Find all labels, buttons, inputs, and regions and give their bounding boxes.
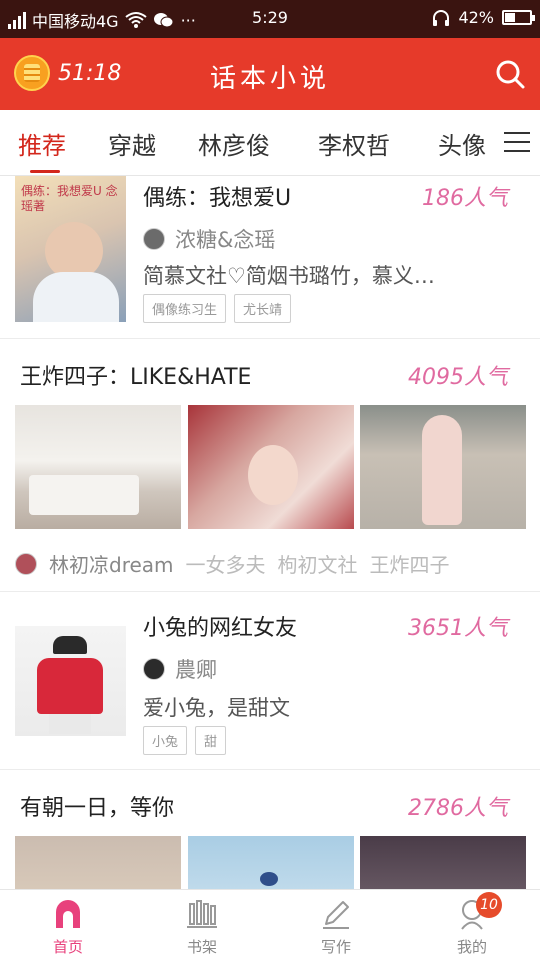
tab-lin-yanjun[interactable]: 林彦俊 <box>198 126 270 161</box>
story-image[interactable] <box>15 405 181 529</box>
avatar <box>15 552 37 575</box>
popularity-count: 4095人气 <box>408 365 508 390</box>
tag[interactable]: 甜 <box>195 726 227 755</box>
search-icon[interactable] <box>494 58 526 90</box>
status-right: 42% <box>432 8 535 27</box>
nav-home[interactable]: 首页 <box>28 898 108 957</box>
headphones-icon <box>433 9 450 26</box>
nav-write[interactable]: 写作 <box>296 898 376 957</box>
story-card[interactable]: 小兔的网红女友 3651人气 農卿 爱小兔，是甜文 小兔 甜 <box>0 592 540 769</box>
app-header: 51:18 话本小说 <box>0 38 540 110</box>
story-image[interactable] <box>188 405 354 529</box>
tag[interactable]: 偶像练习生 <box>143 294 227 323</box>
app-title: 话本小说 <box>209 64 330 94</box>
author-row[interactable]: 農卿 <box>143 654 217 684</box>
notification-badge: 10 <box>476 892 502 918</box>
story-image[interactable] <box>360 405 526 529</box>
story-card[interactable]: 王炸四子：LIKE&HATE 4095人气 林初凉dream 一女多夫 枸初文社… <box>0 339 540 591</box>
category-tabs: 推荐 穿越 林彦俊 李权哲 头像 <box>0 110 540 176</box>
tag[interactable]: 枸初文社 <box>278 549 358 578</box>
tag[interactable]: 小兔 <box>143 726 188 755</box>
battery-percent: 42% <box>458 8 494 27</box>
popularity-count: 2786人气 <box>408 796 508 821</box>
avatar <box>143 228 165 250</box>
profile-icon: 10 <box>456 892 502 930</box>
cover-text: 偶练：我想爱U 念瑶著 <box>21 184 118 213</box>
home-icon <box>52 898 84 930</box>
menu-icon[interactable] <box>504 132 530 154</box>
author-name: 農卿 <box>175 658 217 682</box>
active-tab-indicator <box>30 170 60 173</box>
pen-icon <box>320 898 352 930</box>
nav-label: 首页 <box>52 938 83 956</box>
story-feed[interactable]: 偶练：我想爱U 念瑶著 偶练：我想爱U 186人气 浓糖&念瑶 简慕文社♡简烟书… <box>0 176 540 889</box>
story-title[interactable]: 有朝一日，等你 <box>20 790 174 822</box>
tag-list: 小兔 甜 <box>143 726 227 755</box>
author-name[interactable]: 林初凉dream <box>49 549 174 578</box>
story-image-row[interactable] <box>0 405 540 529</box>
story-cover[interactable] <box>15 626 126 736</box>
popularity-count: 3651人气 <box>408 616 508 641</box>
story-description: 爱小兔，是甜文 <box>143 696 290 720</box>
nav-label: 我的 <box>456 938 487 956</box>
battery-icon <box>502 10 535 25</box>
tag[interactable]: 一女多夫 <box>186 549 266 578</box>
story-image[interactable] <box>188 836 354 889</box>
nav-label: 写作 <box>320 938 351 956</box>
nav-label: 书架 <box>186 938 217 956</box>
tab-avatar[interactable]: 头像 <box>438 126 486 161</box>
story-description: 简慕文社♡简烟书璐竹，慕义… <box>143 264 435 288</box>
story-image[interactable] <box>15 836 181 889</box>
author-name: 浓糖&念瑶 <box>175 228 276 252</box>
avatar <box>143 658 165 680</box>
tab-recommend[interactable]: 推荐 <box>18 126 66 161</box>
tab-li-quanzhe[interactable]: 李权哲 <box>318 126 390 161</box>
story-meta-row: 林初凉dream 一女多夫 枸初文社 王炸四子 <box>15 549 450 578</box>
tag[interactable]: 尤长靖 <box>234 294 292 323</box>
tag[interactable]: 王炸四子 <box>370 549 450 578</box>
story-title[interactable]: 王炸四子：LIKE&HATE <box>20 359 251 391</box>
story-cover[interactable]: 偶练：我想爱U 念瑶著 <box>15 176 126 322</box>
story-title[interactable]: 小兔的网红女友 <box>143 610 297 642</box>
popularity-count: 186人气 <box>422 186 508 211</box>
status-bar: 中国移动4G ··· 5:29 42% <box>0 0 540 38</box>
story-image-row[interactable] <box>0 836 540 889</box>
author-row[interactable]: 浓糖&念瑶 <box>143 224 275 254</box>
tab-time-travel[interactable]: 穿越 <box>108 126 156 161</box>
tag-list: 偶像练习生 尤长靖 <box>143 294 292 323</box>
nav-profile[interactable]: 10 我的 <box>432 892 512 957</box>
story-image[interactable] <box>360 836 526 889</box>
story-card[interactable]: 偶练：我想爱U 念瑶著 偶练：我想爱U 186人气 浓糖&念瑶 简慕文社♡简烟书… <box>0 176 540 338</box>
bottom-navigation: 首页 书架 写作 10 我的 <box>0 889 540 960</box>
story-card[interactable]: 有朝一日，等你 2786人气 <box>0 770 540 889</box>
story-title[interactable]: 偶练：我想爱U <box>143 180 291 212</box>
bookshelf-icon <box>186 898 218 930</box>
nav-bookshelf[interactable]: 书架 <box>162 898 242 957</box>
